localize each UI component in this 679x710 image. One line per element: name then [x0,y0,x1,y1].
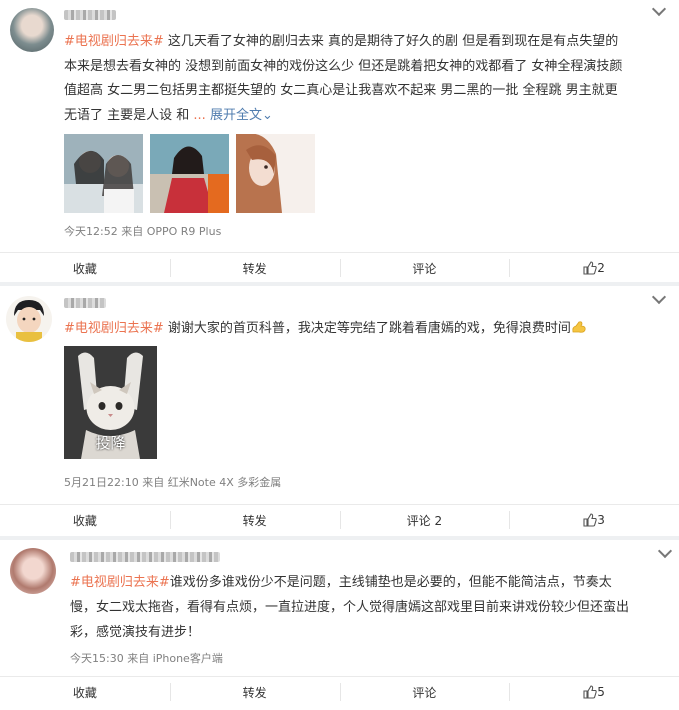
post-text-line: 值超高 女二男二包括男主都挺失望的 女二真心是让我喜欢不起来 男二黑的一批 全程… [64,83,618,98]
post-image[interactable] [150,134,229,213]
weibo-feed: #电视剧归去来# 这几天看了女神的剧归去来 真的是期待了好久的剧 但是看到现在是… [0,0,679,710]
chevron-down-icon[interactable] [657,543,673,559]
like-count: 3 [597,513,605,527]
post-meta: 今天12:52 来自 OPPO R9 Plus [64,225,222,238]
chevron-down-icon[interactable] [651,289,667,305]
thumbs-up-icon [583,261,598,275]
comment-button[interactable]: 评论 2 [339,505,510,535]
expand-full-text-link[interactable]: 展开全文 [210,108,262,123]
collect-button[interactable]: 收藏 [0,505,170,535]
post-text-line: #电视剧归去来#谁戏份多谁戏份少不是问题，主线铺垫也是必要的，但能不能简洁点，节… [70,575,612,590]
post-text-line: 无语了 主要是人设 和 ... 展开全文⌄ [64,108,273,123]
thumbs-up-icon [583,685,598,699]
collect-button[interactable]: 收藏 [0,677,170,707]
post-card: #电视剧归去来# 谢谢大家的首页科普，我决定等完结了跳着看唐嫣的戏，免得浪费时间… [0,286,679,536]
like-count: 2 [597,261,605,275]
repost-button[interactable]: 转发 [169,253,340,283]
avatar[interactable] [10,548,56,594]
post-text-line: #电视剧归去来# 这几天看了女神的剧归去来 真的是期待了好久的剧 但是看到现在是… [64,34,619,49]
action-bar: 收藏 转发 评论 2 3 [0,504,679,535]
post-text-line: 慢，女二戏太拖沓，看得有点烦，一直拉进度，个人觉得唐嫣这部戏里目前来讲戏份较少但… [70,600,630,615]
post-meta: 今天15:30 来自 iPhone客户端 [70,652,223,665]
like-button[interactable]: 3 [509,505,679,535]
like-count: 5 [597,685,605,699]
action-bar: 收藏 转发 评论 5 [0,676,679,707]
like-button[interactable]: 5 [509,677,679,707]
hashtag-link[interactable]: #电视剧归去来# [70,575,170,590]
comment-button[interactable]: 评论 [339,253,510,283]
hashtag-link[interactable]: #电视剧归去来# [64,321,164,336]
post-image[interactable] [64,134,143,213]
like-button[interactable]: 2 [509,253,679,283]
chevron-down-icon[interactable] [651,1,667,17]
post-text-line: 彩，感觉演技有进步！ [70,625,201,640]
collect-button[interactable]: 收藏 [0,253,170,283]
image-caption: 投降 [95,434,126,452]
post-card: #电视剧归去来#谁戏份多谁戏份少不是问题，主线铺垫也是必要的，但能不能简洁点，节… [0,540,679,710]
flexed-biceps-icon [572,321,586,333]
username-blurred[interactable] [70,552,220,562]
post-card: #电视剧归去来# 这几天看了女神的剧归去来 真的是期待了好久的剧 但是看到现在是… [0,0,679,282]
thumbs-up-icon [583,513,598,527]
post-text-line: #电视剧归去来# 谢谢大家的首页科普，我决定等完结了跳着看唐嫣的戏，免得浪费时间 [64,318,587,339]
hashtag-link[interactable]: #电视剧归去来# [64,34,164,49]
repost-button[interactable]: 转发 [169,505,340,535]
username-blurred[interactable] [64,10,116,20]
avatar[interactable] [10,8,54,52]
username-blurred[interactable] [64,298,106,308]
ellipsis: ... [193,108,206,123]
post-image[interactable] [236,134,315,213]
action-bar: 收藏 转发 评论 2 [0,252,679,283]
post-image-cat-meme[interactable]: 投降 [64,346,157,459]
post-meta: 5月21日22:10 来自 红米Note 4X 多彩金属 [64,476,282,489]
post-text-line: 本来是想去看女神的 没想到前面女神的戏份这么少 但还是跳着把女神的戏都看了 女神… [64,59,623,74]
repost-button[interactable]: 转发 [169,677,340,707]
chevron-down-icon[interactable]: ⌄ [262,108,273,123]
avatar[interactable] [6,296,52,342]
comment-button[interactable]: 评论 [339,677,510,707]
